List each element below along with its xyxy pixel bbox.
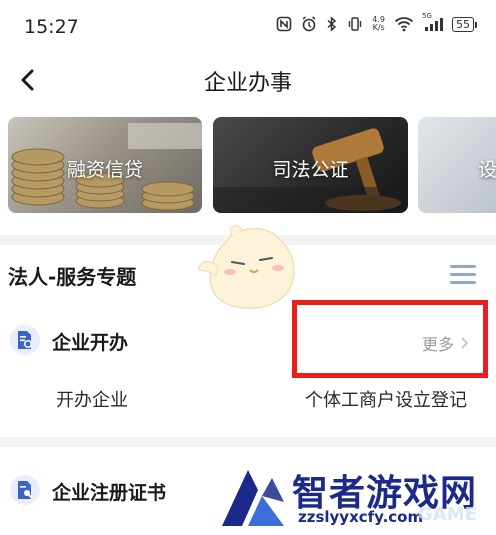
category-label: 企业开办	[52, 332, 129, 354]
signal-label: 5G	[422, 12, 432, 20]
net-speed-unit: K/s	[372, 23, 385, 32]
section-title: 法人-服务专题	[8, 265, 137, 289]
signal-icon: 5G	[422, 12, 443, 32]
certificate-icon	[10, 475, 40, 505]
banner-judicial-notary[interactable]: 司法公证	[213, 117, 408, 213]
category-label: 企业注册证书	[52, 482, 167, 504]
status-icons: 4.9 K/s 5G 55	[276, 12, 477, 32]
banner-label: 司法公证	[272, 159, 349, 181]
page-header: 企业办事	[0, 52, 496, 107]
service-item[interactable]: 开办企业	[56, 386, 128, 412]
network-speed: 4.9 K/s	[372, 16, 385, 32]
nfc-icon	[276, 16, 292, 32]
watermark: 智者游戏网 zzslyyxcfy.com GAME	[218, 464, 496, 535]
wifi-icon	[394, 16, 414, 32]
bluetooth-icon	[326, 16, 338, 32]
mascot-sticker	[197, 225, 295, 309]
app-screen: 15:27 4.9 K/s 5G 55 企业办事 融资信贷 司法公证 设 法人-…	[0, 0, 496, 535]
banner-carousel: 融资信贷 司法公证 设	[0, 107, 496, 235]
highlight-annotation	[292, 300, 488, 378]
vibrate-icon	[347, 16, 363, 32]
banner-label: 设	[478, 159, 496, 181]
battery-indicator: 55	[452, 16, 477, 32]
list-menu-icon[interactable]	[446, 263, 476, 287]
watermark-sub: GAME	[418, 504, 477, 525]
status-bar: 15:27 4.9 K/s 5G 55	[0, 0, 496, 52]
alarm-icon	[301, 16, 317, 32]
banner-label: 融资信贷	[66, 159, 143, 181]
page-title: 企业办事	[203, 71, 292, 96]
banner-financing-credit[interactable]: 融资信贷	[8, 117, 202, 213]
banner-partial[interactable]: 设	[418, 117, 496, 213]
status-time: 15:27	[24, 16, 79, 38]
watermark-logo	[222, 470, 284, 526]
service-item[interactable]: 个体工商户设立登记	[305, 386, 467, 412]
document-icon	[10, 325, 40, 355]
watermark-url: zzslyyxcfy.com	[298, 508, 424, 526]
